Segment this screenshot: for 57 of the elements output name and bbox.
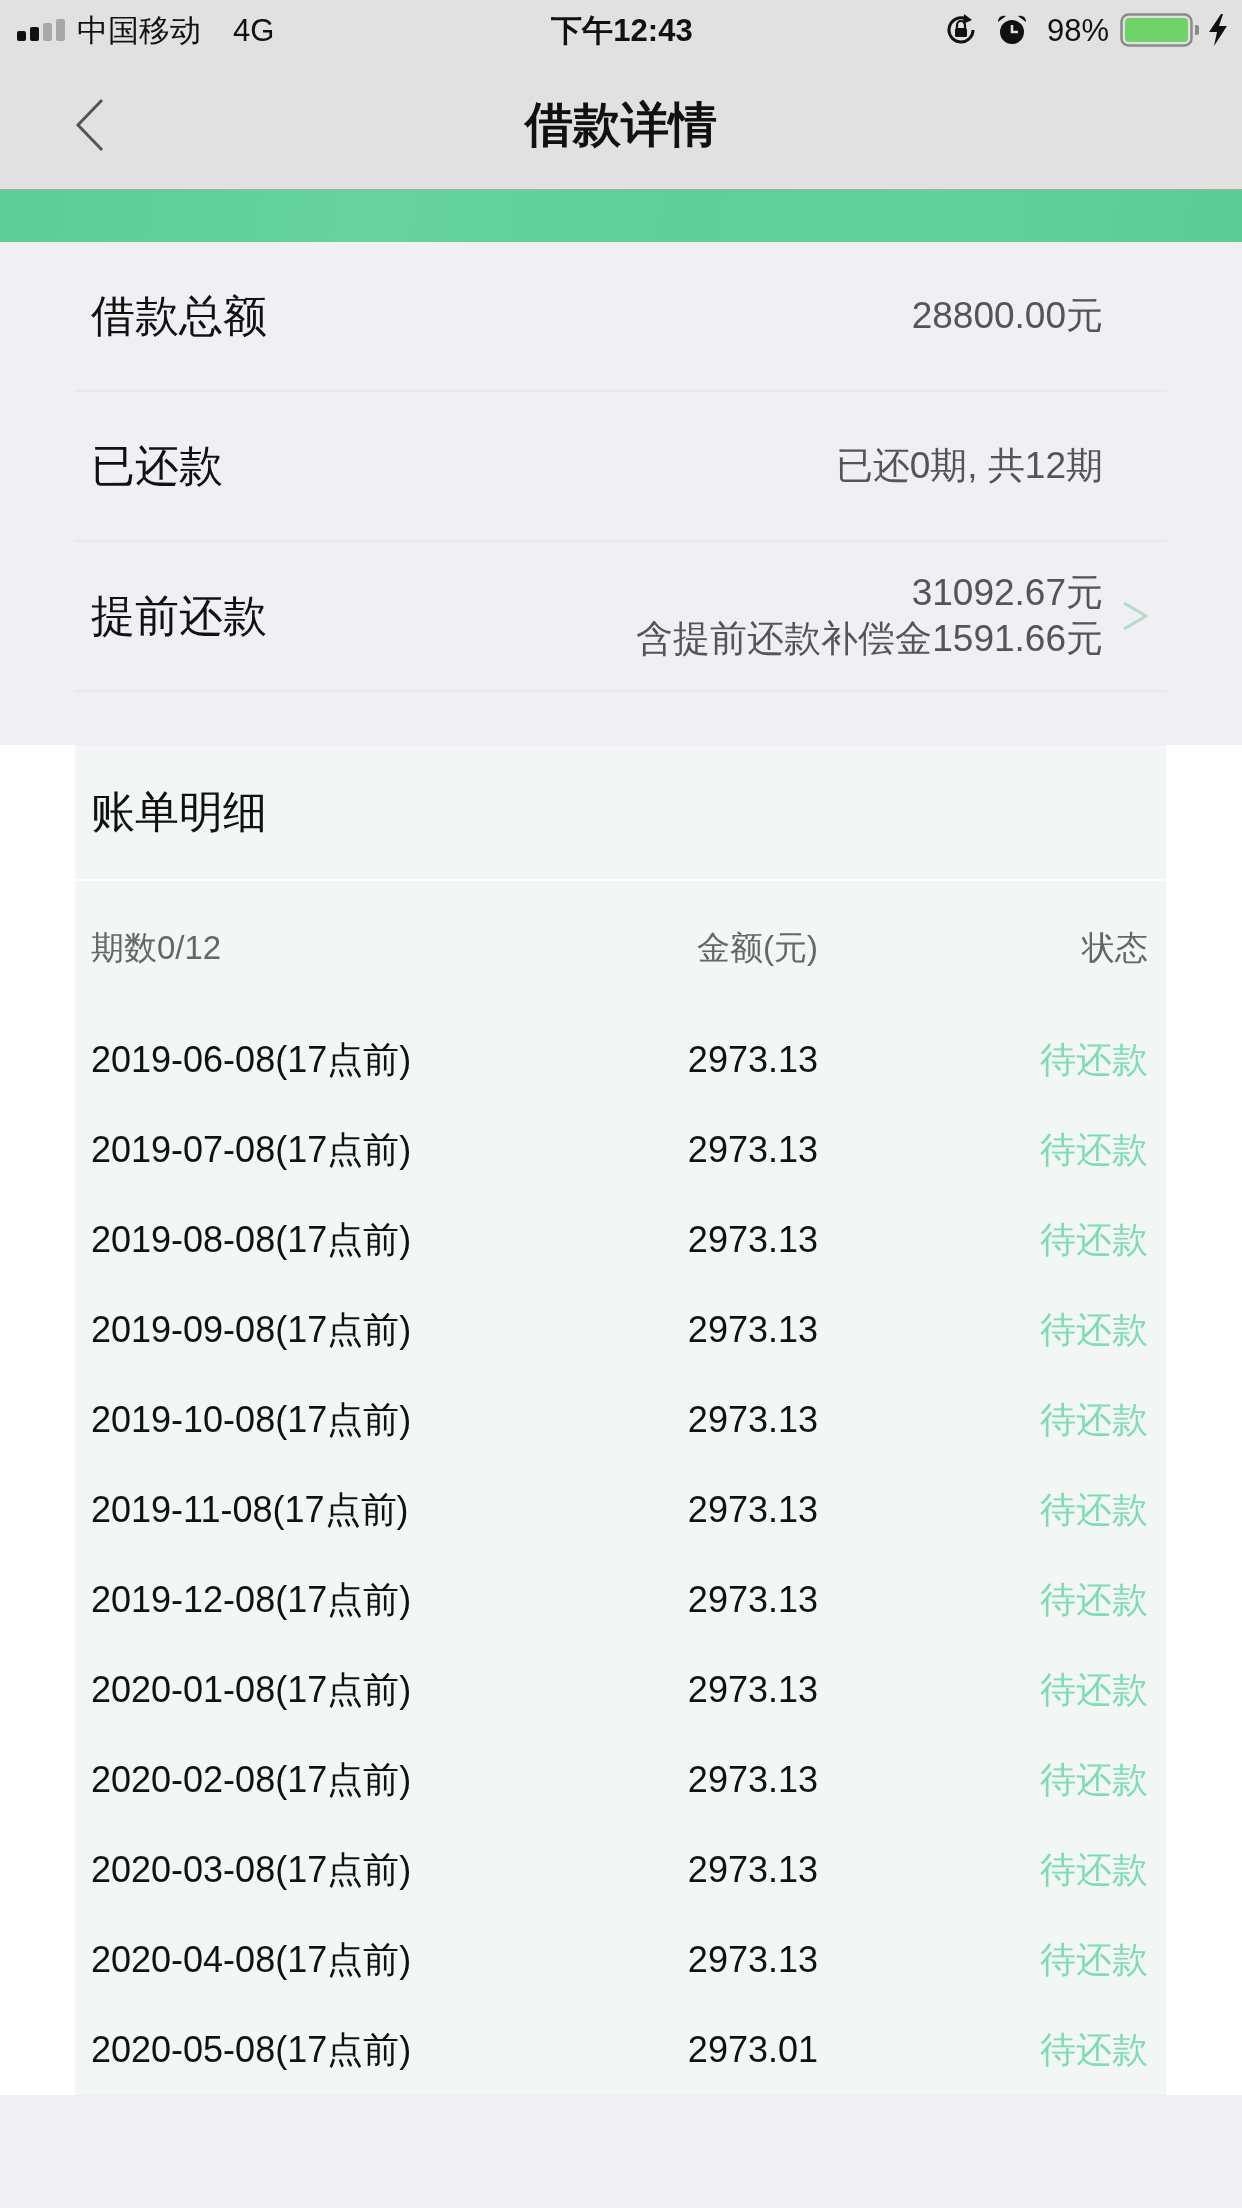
amount-cell: 2973.13: [687, 1128, 818, 1172]
status-cell: 待还款: [1040, 1308, 1148, 1352]
summary-value: 31092.67元: [911, 571, 1103, 615]
amount-cell: 2973.13: [687, 1668, 818, 1712]
date-cell: 2019-06-08(17点前): [91, 1038, 412, 1082]
battery-percent: 98%: [1046, 14, 1109, 46]
status-cell: 待还款: [1040, 2028, 1148, 2072]
amount-cell: 2973.13: [687, 1038, 818, 1082]
summary-label: 已还款: [91, 439, 223, 492]
status-cell: 待还款: [1040, 1668, 1148, 1712]
column-header: 状态: [1082, 928, 1148, 968]
amount-cell: 2973.13: [687, 1758, 818, 1802]
summary-label: 提前还款: [91, 589, 267, 642]
summary-value: 已还0期, 共12期: [835, 444, 1103, 488]
amount-cell: 2973.01: [687, 2028, 818, 2072]
amount-cell: 2973.13: [687, 1578, 818, 1622]
date-cell: 2020-04-08(17点前): [91, 1938, 412, 1982]
date-cell: 2020-03-08(17点前): [91, 1848, 412, 1892]
date-cell: 2020-02-08(17点前): [91, 1758, 412, 1802]
charging-bolt-icon: [1209, 14, 1227, 46]
page-title: 借款详情: [525, 96, 717, 153]
status-time: 下午12:43: [551, 14, 693, 46]
date-cell: 2019-09-08(17点前): [91, 1308, 412, 1352]
status-cell: 待还款: [1040, 1488, 1148, 1532]
date-cell: 2019-10-08(17点前): [91, 1398, 412, 1442]
date-cell: 2019-11-08(17点前): [91, 1488, 409, 1532]
back-button[interactable]: [75, 97, 105, 152]
column-header: 金额(元): [697, 928, 818, 968]
status-cell: 待还款: [1040, 1398, 1148, 1442]
amount-cell: 2973.13: [687, 1218, 818, 1262]
amount-cell: 2973.13: [687, 1848, 818, 1892]
summary-label: 借款总额: [91, 289, 267, 342]
date-cell: 2019-07-08(17点前): [91, 1128, 412, 1172]
alarm-clock-icon: [996, 14, 1027, 46]
summary-value: 28800.00元: [911, 294, 1103, 338]
signal-icon: [17, 19, 65, 41]
date-cell: 2020-01-08(17点前): [91, 1668, 412, 1712]
amount-cell: 2973.13: [687, 1398, 818, 1442]
date-cell: 2019-12-08(17点前): [91, 1578, 412, 1622]
carrier-name: 中国移动: [77, 14, 201, 46]
date-cell: 2019-08-08(17点前): [91, 1218, 412, 1262]
bill-title: 账单明细: [91, 785, 267, 838]
status-cell: 待还款: [1040, 1218, 1148, 1262]
status-cell: 待还款: [1040, 1758, 1148, 1802]
amount-cell: 2973.13: [687, 1488, 818, 1532]
status-cell: 待还款: [1040, 1128, 1148, 1172]
date-cell: 2020-05-08(17点前): [91, 2028, 412, 2072]
status-cell: 待还款: [1040, 1848, 1148, 1892]
summary-note: 含提前还款补偿金1591.66元: [636, 617, 1103, 661]
network-type: 4G: [233, 14, 275, 46]
status-cell: 待还款: [1040, 1038, 1148, 1082]
battery-icon: [1120, 13, 1200, 47]
status-cell: 待还款: [1040, 1938, 1148, 1982]
amount-cell: 2973.13: [687, 1308, 818, 1352]
amount-cell: 2973.13: [687, 1938, 818, 1982]
column-header: 期数0/12: [91, 928, 222, 968]
status-cell: 待还款: [1040, 1578, 1148, 1622]
